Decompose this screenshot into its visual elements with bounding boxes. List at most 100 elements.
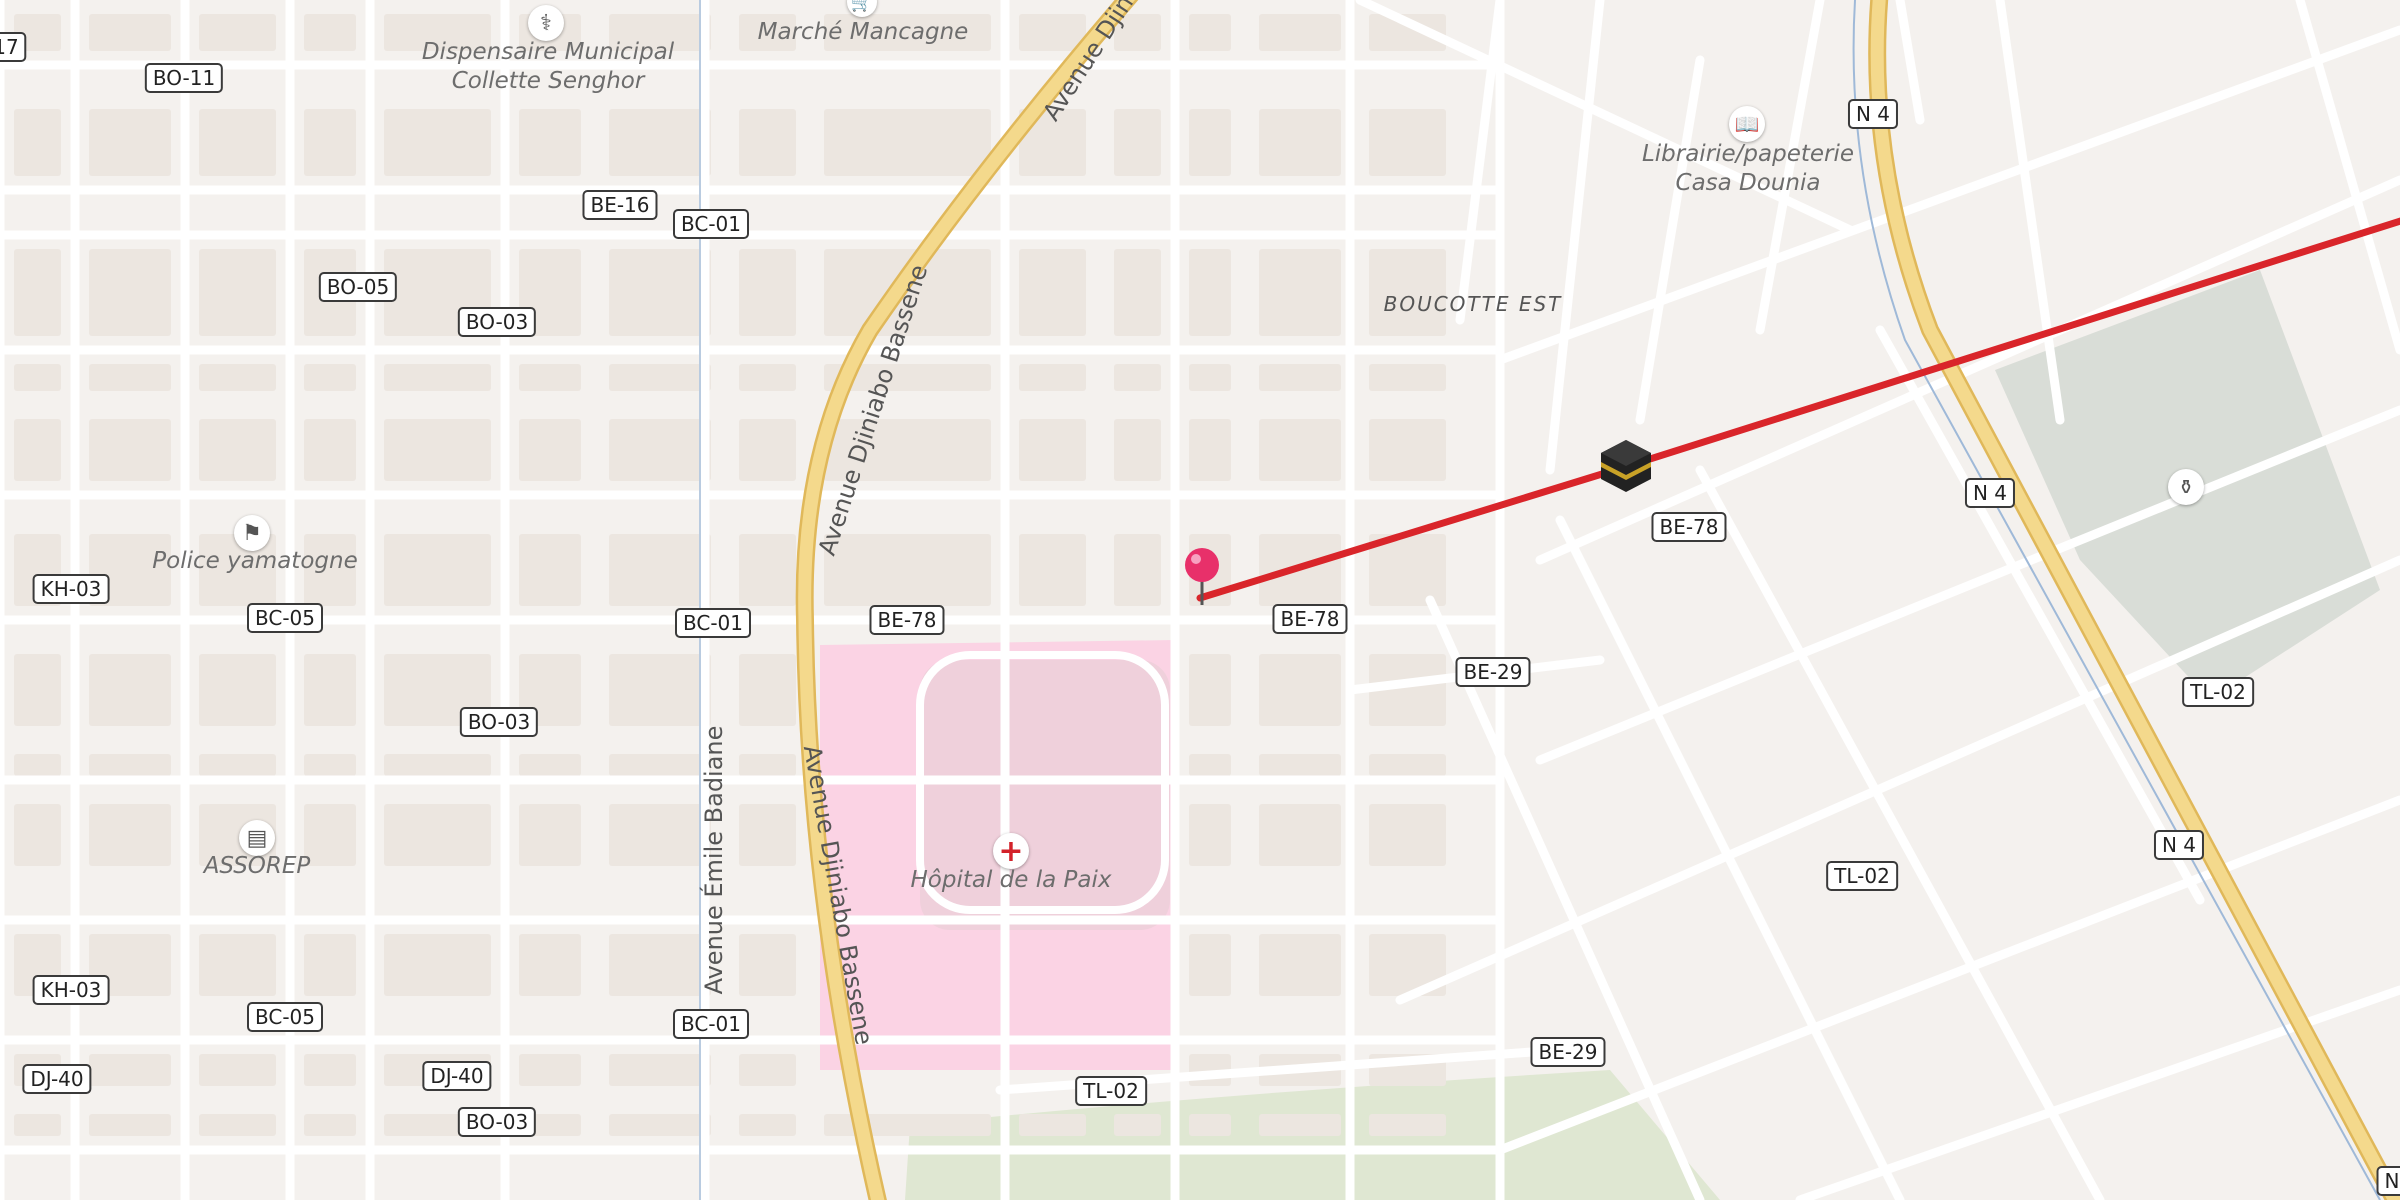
building-block — [199, 1054, 276, 1086]
building-block — [14, 754, 61, 776]
building-block — [14, 419, 61, 481]
road-shield-kh-03[interactable]: KH-03 — [32, 975, 110, 1005]
road-shield-n4[interactable]: N 4 — [1847, 99, 1899, 129]
road-shield-bo-03[interactable]: BO-03 — [459, 707, 539, 737]
road-shield-n[interactable]: N — [2376, 1166, 2400, 1196]
road-shield-kh-03[interactable]: KH-03 — [32, 574, 110, 604]
building-block — [1259, 654, 1341, 726]
road-shield-bo-05[interactable]: BO-05 — [318, 272, 398, 302]
road-shield-tl-02[interactable]: TL-02 — [1075, 1076, 1147, 1106]
building-block — [1259, 249, 1341, 336]
road-shield-be-78[interactable]: BE-78 — [1272, 604, 1348, 634]
road-shield-bc-01[interactable]: BC-01 — [673, 209, 749, 239]
police-icon[interactable]: ⚑ — [234, 515, 270, 551]
building-block — [89, 109, 171, 176]
building-block — [89, 754, 171, 776]
building-block — [1019, 1114, 1086, 1136]
building-block — [1189, 804, 1231, 866]
road-shield-bc-01[interactable]: BC-01 — [673, 1009, 749, 1039]
building-block — [519, 754, 581, 776]
poi-label-marche[interactable]: Marché Mancagne — [758, 18, 969, 47]
road-shield-tl-02[interactable]: TL-02 — [1826, 861, 1898, 891]
building-block — [1369, 804, 1446, 866]
building-block — [519, 534, 581, 606]
building-block — [199, 249, 276, 336]
building-block — [739, 934, 796, 996]
building-block — [824, 1114, 991, 1136]
building-block — [519, 934, 581, 996]
building-block — [199, 109, 276, 176]
building-block — [1189, 249, 1231, 336]
poi-label-librairie[interactable]: Librairie/papeterie Casa Dounia — [1642, 140, 1854, 198]
road-shield-bc-01[interactable]: BC-01 — [675, 608, 751, 638]
building-block — [609, 934, 711, 996]
building-block — [1189, 654, 1231, 726]
building-block — [1369, 419, 1446, 481]
road-shield-n4[interactable]: N 4 — [1964, 478, 2016, 508]
poi-label-hopital[interactable]: Hôpital de la Paix — [911, 866, 1112, 895]
road-shield-bo-11[interactable]: BO-11 — [144, 63, 224, 93]
building-block — [304, 654, 356, 726]
building-block — [14, 804, 61, 866]
building-block — [199, 934, 276, 996]
road-shield-dj-40[interactable]: DJ-40 — [422, 1061, 492, 1091]
road-shield-n4[interactable]: N 4 — [2153, 830, 2205, 860]
building-block — [1259, 109, 1341, 176]
building-block — [824, 534, 991, 606]
building-block — [1259, 14, 1341, 51]
building-block — [739, 754, 796, 776]
office-icon[interactable]: ▤ — [239, 820, 275, 856]
hospital-cross-icon[interactable]: + — [993, 833, 1029, 869]
building-block — [384, 934, 491, 996]
building-block — [1259, 754, 1341, 776]
map-pin-icon[interactable] — [1180, 545, 1224, 607]
road-shield-be-78[interactable]: BE-78 — [1651, 512, 1727, 542]
building-block — [304, 364, 356, 391]
building-block — [384, 109, 491, 176]
kaaba-icon[interactable] — [1598, 438, 1654, 494]
road-shield-be-78[interactable]: BE-78 — [869, 605, 945, 635]
road-shield-bo-03[interactable]: BO-03 — [457, 1107, 537, 1137]
road-shield-tl-02[interactable]: TL-02 — [2182, 677, 2254, 707]
road-shield-be-29[interactable]: BE-29 — [1530, 1037, 1606, 1067]
building-block — [89, 804, 171, 866]
building-block — [609, 654, 711, 726]
poi-label-dispensaire[interactable]: Dispensaire Municipal Collette Senghor — [422, 38, 674, 96]
road-shield-bc-05[interactable]: BC-05 — [247, 603, 323, 633]
building-block — [384, 804, 491, 866]
building-block — [304, 754, 356, 776]
road-shield-dj-40[interactable]: DJ-40 — [22, 1064, 92, 1094]
road-shield-bc-05[interactable]: BC-05 — [247, 1002, 323, 1032]
cemetery-icon[interactable]: ⚱ — [2168, 469, 2204, 505]
building-block — [739, 1054, 796, 1086]
building-block — [824, 109, 991, 176]
stethoscope-icon[interactable]: ⚕ — [528, 5, 564, 41]
building-block — [609, 1054, 711, 1086]
road-shield-be-29[interactable]: BE-29 — [1455, 657, 1531, 687]
building-block — [1189, 754, 1231, 776]
poi-label-police[interactable]: Police yamatogne — [152, 547, 357, 576]
building-block — [384, 534, 491, 606]
building-block — [14, 249, 61, 336]
poi-label-assorep[interactable]: ASSOREP — [204, 852, 311, 881]
building-block — [199, 754, 276, 776]
building-block — [609, 534, 711, 606]
building-block — [89, 1054, 171, 1086]
minor-road — [1545, 0, 1605, 475]
building-block — [739, 1114, 796, 1136]
building-block — [739, 534, 796, 606]
building-block — [1114, 419, 1161, 481]
building-block — [304, 109, 356, 176]
building-block — [1369, 109, 1446, 176]
building-block — [89, 364, 171, 391]
road-shield-bo-03[interactable]: BO-03 — [457, 307, 537, 337]
book-icon[interactable]: 📖 — [1729, 106, 1765, 142]
building-block — [304, 1054, 356, 1086]
road-shield-17[interactable]: 17 — [0, 32, 27, 62]
building-block — [1114, 534, 1161, 606]
building-block — [609, 1114, 711, 1136]
map-canvas[interactable]: ⚕ 🛒 📖 ⚑ ▤ + ⚱ Dispensaire Municipal Coll… — [0, 0, 2400, 1200]
road-shield-be-16[interactable]: BE-16 — [582, 190, 658, 220]
building-block — [519, 804, 581, 866]
minor-road — [1635, 55, 1705, 425]
